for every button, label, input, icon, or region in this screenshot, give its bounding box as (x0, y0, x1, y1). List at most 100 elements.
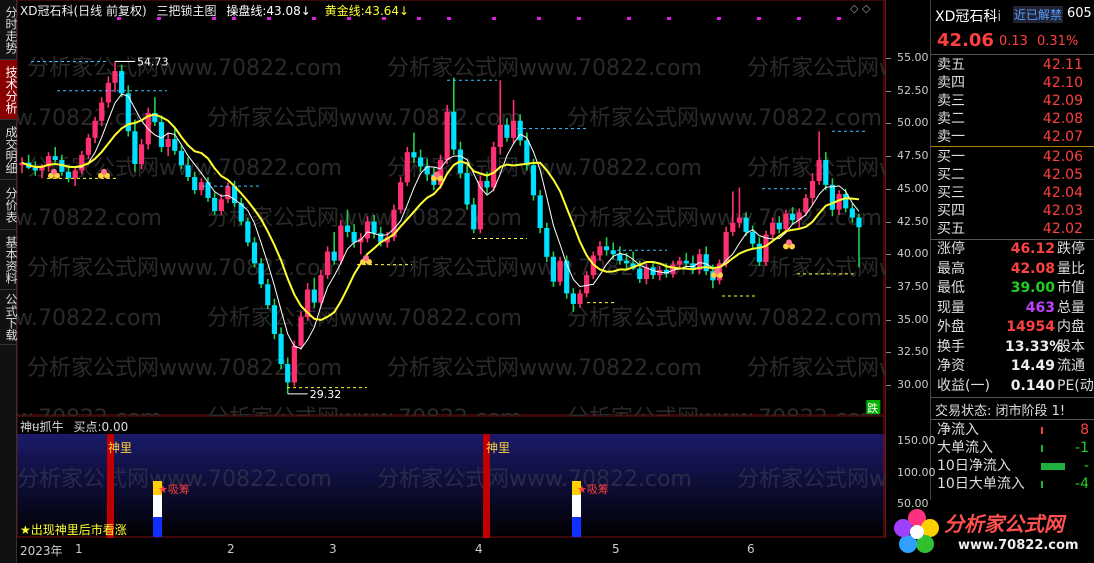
candle-body (258, 263, 264, 285)
flow-row: 净流入 8 (937, 421, 1091, 440)
candle-body (424, 166, 430, 175)
side-tab-0[interactable]: 分时走势 (0, 0, 18, 60)
candle-body (451, 111, 457, 150)
candle-body (796, 212, 802, 221)
price-tick: 47.50 (897, 149, 929, 163)
ask-row[interactable]: 卖三 42.09 (937, 92, 1091, 111)
watermark-text: 分析家公式网www.70822.com (567, 106, 882, 131)
candle-body (544, 228, 550, 257)
candle-body (743, 217, 749, 232)
flow-label: 大单流入 (937, 440, 993, 456)
candle-body (32, 167, 38, 171)
candle-body (178, 150, 185, 166)
info-icon[interactable]: ⅰ (997, 9, 1001, 25)
bid-row[interactable]: 买二 42.05 (937, 166, 1091, 185)
accum-bar-1-mid (153, 495, 162, 517)
side-tab-3[interactable]: 分价表 (0, 180, 18, 230)
candle-body (504, 124, 510, 138)
flow-bar (1041, 463, 1065, 470)
candle-body (278, 333, 284, 365)
month-label: 5 (612, 542, 620, 556)
candle-body (225, 186, 231, 200)
candle-body (271, 305, 278, 334)
accum-label-2: ★吸筹 (577, 482, 609, 496)
event-flag[interactable]: 跌 (866, 400, 881, 415)
bid-label: 买三 (937, 185, 965, 201)
ask-price: 42.09 (1042, 93, 1083, 109)
candle-body (770, 222, 776, 235)
candle-body (85, 137, 92, 155)
side-tab-5[interactable]: 公式下载 (0, 290, 18, 345)
bid-row[interactable]: 买三 42.04 (937, 184, 1091, 203)
stat-value: 0.140 (1010, 377, 1055, 394)
watermark-text: 分析家公式网www.70822.com (17, 206, 162, 231)
ask-row[interactable]: 卖四 42.10 (937, 74, 1091, 93)
stat-label-2: 量比 (1057, 260, 1085, 277)
stat-value: 46.12 (1010, 241, 1055, 257)
flower-logo-icon (894, 509, 939, 553)
flow-tick (1041, 481, 1043, 488)
candle-body (351, 231, 357, 243)
ask-label: 卖五 (937, 57, 965, 73)
indicator-tick: 50.00 (897, 496, 929, 510)
ask-row[interactable]: 卖一 42.07 (937, 128, 1091, 147)
accum-bar-1-base (153, 517, 162, 537)
candle-body (484, 180, 490, 188)
kline-chart[interactable]: 分析家公式网www.70822.com 分析家公式网www.70822.com 分析… (17, 0, 885, 416)
stat-label-2: 流通 (1057, 358, 1085, 374)
candle-body (344, 225, 351, 232)
candle-body (218, 199, 224, 212)
bid-row[interactable]: 买四 42.03 (937, 202, 1091, 221)
watermark-text: 分析家公式网www.70822.com (747, 356, 885, 381)
watermark-text: 分析家公式网www.70822.com (207, 406, 522, 416)
candle-body (212, 197, 218, 212)
price-tick: 42.50 (897, 214, 929, 228)
stat-row: 最低 39.00 市值 (937, 279, 1091, 298)
watermark-text: 分析家公式网www.70822.com (207, 306, 522, 331)
quote-panel: XD冠石科ⅰ 近已解禁 605 42.06 0.13 0.31% 卖五 42.11… (930, 0, 1094, 563)
ask-label: 卖一 (937, 129, 965, 145)
candle-body (119, 71, 125, 94)
stock-name[interactable]: XD冠石科 (20, 4, 73, 18)
ask-row[interactable]: 卖五 42.11 (937, 56, 1091, 75)
down-arrow-icon: ↓ (300, 4, 311, 18)
candle-body (471, 204, 477, 230)
stat-label: 净资 (937, 358, 965, 374)
flow-row: 大单流入 -1 (937, 439, 1091, 458)
candle-body (165, 139, 171, 147)
line1-label: 操盘线: (226, 4, 267, 18)
signal-dot (717, 17, 721, 20)
ask-label: 卖四 (937, 75, 965, 91)
quote-stock-name[interactable]: XD冠石科 (935, 9, 997, 25)
unlock-tag[interactable]: 近已解禁 (1013, 6, 1064, 23)
stat-value: 14954 (1006, 319, 1055, 335)
indicator-title: 神ម抓牛 买点:0.00 (20, 418, 128, 437)
chart-period[interactable]: (日线 前复权) (73, 4, 146, 18)
side-tab-2[interactable]: 成交明细 (0, 120, 18, 180)
flow-label: 10日大单流入 (937, 476, 1025, 492)
indicator-chart[interactable]: 分析家公式网www.70822.com 分析家公式网www.70822.com 分析… (17, 416, 885, 538)
watermark-text: 分析家公式网www.70822.com (17, 306, 162, 331)
stat-value: 463 (1025, 299, 1055, 316)
candle-body (670, 264, 676, 274)
bid-row[interactable]: 买一 42.06 (937, 148, 1091, 167)
signal-label-2: 神里 (486, 441, 510, 455)
candle-body (524, 140, 530, 166)
axis-separator (885, 0, 886, 538)
bid-row[interactable]: 买五 42.02 (937, 220, 1091, 239)
accum-bar-2-base (572, 517, 581, 537)
line2-value: 43.64 (364, 4, 400, 18)
quote-code: 605 (1067, 6, 1092, 21)
side-tab-4[interactable]: 基本资料 (0, 230, 18, 290)
side-tab-1[interactable]: 技术分析 (0, 60, 18, 120)
signal-dot (757, 17, 761, 20)
ask-row[interactable]: 卖二 42.08 (937, 110, 1091, 129)
watermark-text: 分析家公式网www.70822.com (387, 356, 702, 381)
flow-tick (1041, 445, 1043, 452)
chart-control-icons[interactable]: ◇ ◇ (850, 2, 870, 15)
candle-body (610, 250, 616, 255)
formula-name[interactable]: 三把锁主图 (156, 4, 216, 18)
indicator-name[interactable]: 神ម抓牛 (20, 420, 64, 434)
indicator-tick: 150.00 (897, 434, 936, 448)
candle-body (497, 124, 503, 147)
